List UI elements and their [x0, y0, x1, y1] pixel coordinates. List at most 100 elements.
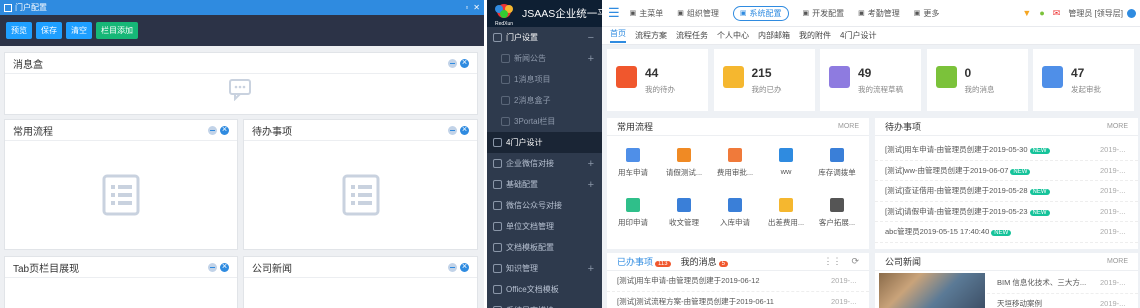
top-menu-item[interactable]: ▣ 考勤管理 [858, 8, 900, 19]
shirt-icon[interactable]: ▼ [1022, 8, 1031, 18]
sidebar-item[interactable]: 2消息盒子 [487, 90, 602, 111]
bell-icon[interactable]: ● [1039, 8, 1044, 18]
tab[interactable]: 个人中心 [717, 30, 749, 41]
stat-number: 49 [858, 66, 872, 80]
flow-shortcut[interactable]: 入库申请 [710, 198, 760, 228]
preview-button[interactable]: 预览 [6, 22, 32, 39]
stat-card[interactable]: 47 发起审批 [1033, 49, 1134, 111]
sidebar-item[interactable]: 1消息项目 [487, 69, 602, 90]
sidebar-item[interactable]: 单位文档管理 [487, 216, 602, 237]
add-column-button[interactable]: 栏目添加 [96, 22, 138, 39]
expand-icon[interactable]: − [588, 32, 594, 44]
minimize-icon[interactable] [448, 58, 457, 68]
list-item[interactable]: [测试]用车申请-由管理员创建于2019-06-12 2019-... [607, 271, 869, 292]
flow-shortcut[interactable]: 请假测试... [659, 148, 709, 178]
tab[interactable]: 首页 [610, 28, 626, 43]
tab-messages[interactable]: 我的消息 5 [681, 255, 728, 268]
close-icon[interactable] [220, 261, 229, 272]
sidebar-item[interactable]: 文档模板配置 [487, 237, 602, 258]
close-icon[interactable] [460, 261, 469, 272]
sidebar-item[interactable]: 系统日志模块 [487, 300, 602, 308]
news-card[interactable]: 公司新闻 [243, 256, 478, 308]
sidebar-item[interactable]: 微信公众号对接 [487, 195, 602, 216]
flow-shortcut[interactable]: 用印申请 [608, 198, 658, 228]
minimize-icon[interactable] [448, 125, 457, 135]
stat-card[interactable]: 49 我的流程草稿 [820, 49, 921, 111]
tab-card[interactable]: Tab页栏目展现 [4, 256, 238, 308]
message-icon [229, 78, 251, 101]
minimize-icon[interactable] [208, 262, 217, 272]
top-menu-item[interactable]: ▣ 组织管理 [677, 8, 719, 19]
flow-shortcut[interactable]: ww [761, 148, 811, 176]
close-icon[interactable]: ✕ [473, 3, 480, 12]
sidebar-item[interactable]: 基础配置 + [487, 174, 602, 195]
list-item[interactable]: [测试]查证借用-由管理员创建于2019-05-28 NEW 2019-... [875, 181, 1138, 202]
list-item-date: 2019-... [831, 276, 857, 286]
more-link[interactable]: MORE [838, 123, 859, 130]
news-image[interactable] [879, 273, 985, 308]
sidebar-item[interactable]: 3Portal栏目 [487, 111, 602, 132]
flow-shortcut[interactable]: 出差费用... [761, 198, 811, 228]
stat-card[interactable]: 215 我的已办 [713, 49, 815, 111]
minimize-icon[interactable] [208, 125, 217, 135]
flow-shortcut[interactable]: 用车申请 [608, 148, 658, 178]
hamburger-icon[interactable]: ☰ [608, 5, 620, 21]
top-menu-item[interactable]: ▣ 主菜单 [630, 8, 664, 19]
mail-icon[interactable]: ✉ [1053, 8, 1061, 19]
list-item[interactable]: [测试]ww-由管理员创建于2019-06-07 NEW 2019-... [875, 161, 1138, 181]
restore-icon[interactable]: ▫ [465, 3, 468, 12]
tab[interactable]: 流程任务 [676, 30, 708, 41]
tab[interactable]: 我的附件 [799, 30, 831, 41]
flow-icon [626, 148, 640, 162]
clear-button[interactable]: 清空 [66, 22, 92, 39]
refresh-icon[interactable]: ⟳ [851, 256, 859, 267]
sidebar-item[interactable]: 企业微信对接 + [487, 153, 602, 174]
new-badge: NEW [1010, 168, 1031, 175]
top-menu-item[interactable]: ▣ 更多 [914, 8, 940, 19]
list-item[interactable]: [测试]请假申请-由管理员创建于2019-05-23 NEW 2019-... [875, 202, 1138, 222]
tab[interactable]: 流程方案 [635, 30, 667, 41]
tab[interactable]: 内部邮箱 [758, 30, 790, 41]
sidebar-item[interactable]: 知识管理 + [487, 258, 602, 279]
expand-icon[interactable]: + [588, 179, 594, 191]
top-menu-item[interactable]: ▣ 系统配置 [732, 5, 789, 21]
avatar[interactable] [1127, 8, 1136, 18]
sidebar-item[interactable]: 门户设置 − [487, 27, 602, 48]
list-item[interactable]: abc管理员2019-05-15 17:40:40 NEW 2019-... [875, 222, 1138, 243]
list-item[interactable]: 天垣移动案例 2019-... [987, 294, 1138, 308]
flow-card[interactable]: 常用流程 [4, 119, 238, 250]
sidebar-item[interactable]: 新闻公告 + [487, 48, 602, 69]
flow-shortcut[interactable]: 客户拓展... [812, 198, 862, 228]
more-link[interactable]: MORE [1107, 258, 1128, 265]
more-link[interactable]: MORE [1107, 123, 1128, 130]
list-item[interactable]: BIM 信息化技术、三大方... 2019-... [987, 273, 1138, 294]
sidebar-item[interactable]: Office文档模板 [487, 279, 602, 300]
close-icon[interactable] [220, 124, 229, 135]
tab-done[interactable]: 已办事项 113 [617, 255, 671, 268]
flow-shortcut[interactable]: 库存调拨单 [812, 148, 862, 178]
grid-icon[interactable]: ⋮⋮ [823, 256, 841, 267]
top-menu-item[interactable]: ▣ 开发配置 [803, 8, 845, 19]
save-button[interactable]: 保存 [36, 22, 62, 39]
expand-icon[interactable]: + [588, 158, 594, 170]
msgbox-card[interactable]: 消息盒 [4, 52, 478, 115]
list-item[interactable]: [测试]用车申请-由管理员创建于2019-05-30 NEW 2019-... [875, 140, 1138, 161]
sidebar-item[interactable]: 4门户设计 [487, 132, 602, 153]
flow-shortcut[interactable]: 收文管理 [659, 198, 709, 228]
panel-title: 常用流程 [617, 122, 654, 132]
todo-card[interactable]: 待办事项 [243, 119, 478, 250]
expand-icon[interactable]: + [588, 263, 594, 275]
tab[interactable]: 4门户设计 [840, 30, 876, 41]
stat-label: 我的消息 [964, 85, 995, 94]
flow-shortcut[interactable]: 费用审批... [710, 148, 760, 178]
expand-icon[interactable]: + [588, 53, 594, 65]
stat-card[interactable]: 44 我的待办 [607, 49, 708, 111]
list-item[interactable]: [测试]测试流程方案-由管理员创建于2019-06-11 2019-... [607, 292, 869, 308]
flow-label: 用印申请 [618, 218, 648, 227]
minimize-icon[interactable] [448, 262, 457, 272]
close-icon[interactable] [460, 124, 469, 135]
close-icon[interactable] [460, 57, 469, 68]
list-item-text: [测试]用车申请-由管理员创建于2019-06-12 [617, 276, 760, 286]
stat-card[interactable]: 0 我的消息 [926, 49, 1028, 111]
user-name[interactable]: 管理员 [领导层] [1068, 8, 1123, 19]
